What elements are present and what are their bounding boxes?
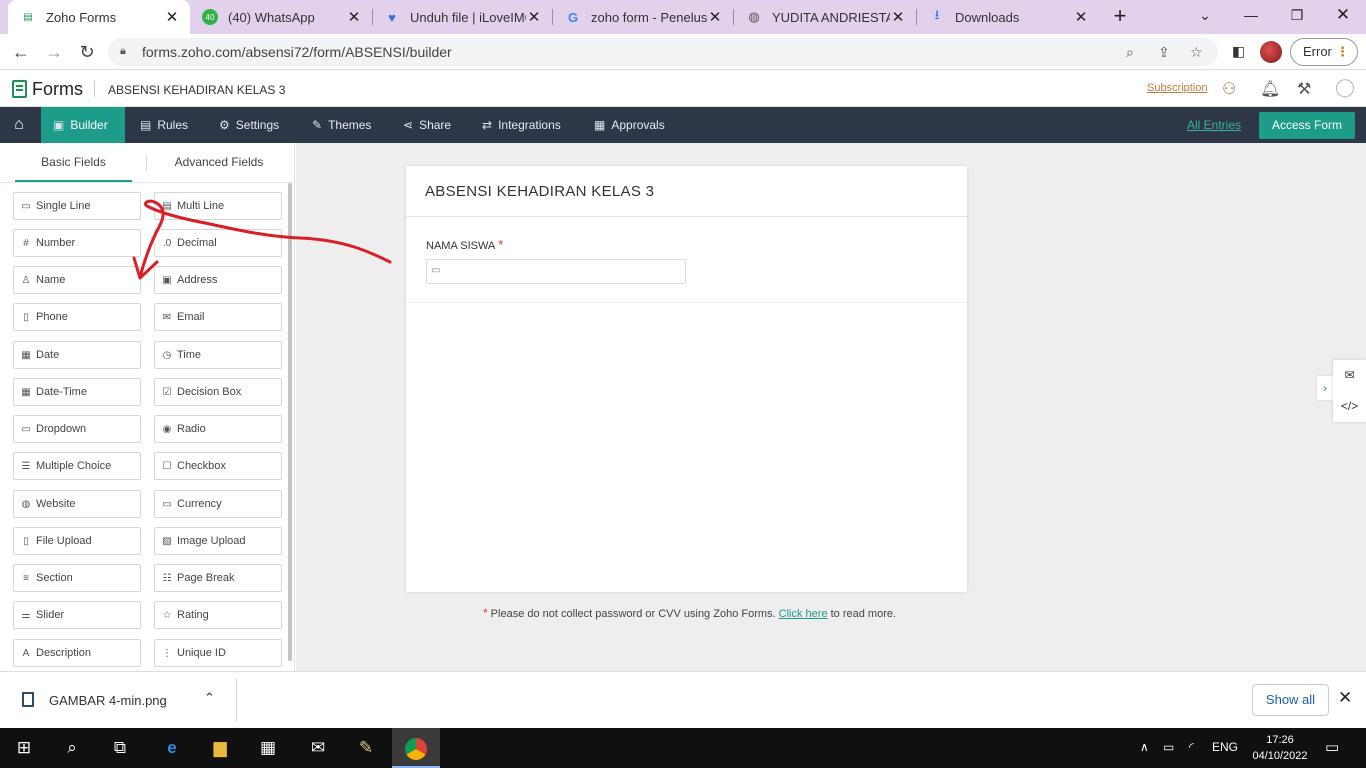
windows-taskbar: ⊞ ⌕ ⧉ e ▆ ▦ ✉ ✎ ∧ ▭ ◜ ENG 17:26 04/10/20… [0, 728, 1366, 768]
system-clock[interactable]: 17:26 04/10/2022 [1246, 732, 1314, 764]
language-indicator[interactable]: ENG [1212, 740, 1238, 754]
store-icon[interactable]: ▦ [244, 728, 292, 768]
clock-date: 04/10/2022 [1252, 750, 1308, 762]
task-view-icon[interactable]: ⧉ [96, 728, 144, 768]
windows-start-icon[interactable]: ⊞ [0, 728, 48, 768]
mail-icon[interactable]: ✉ [294, 728, 342, 768]
chevron-up-icon[interactable]: ∧ [1140, 740, 1149, 754]
annotation-arrow [132, 199, 392, 280]
divider [236, 678, 237, 722]
wifi-icon[interactable]: ◜ [1189, 740, 1194, 754]
file-explorer-icon[interactable]: ▆ [196, 728, 244, 768]
edge-icon[interactable]: e [148, 728, 196, 768]
notification-icon[interactable]: ▭ [1325, 738, 1339, 756]
image-file-icon [22, 692, 34, 707]
clock-time: 17:26 [1266, 734, 1294, 746]
paint-icon[interactable]: ✎ [342, 728, 390, 768]
close-icon[interactable]: ✕ [1338, 688, 1352, 708]
downloads-bar: GAMBAR 4-min.png ⌃ Show all ✕ [0, 671, 1366, 728]
chrome-icon[interactable] [392, 728, 440, 768]
chevron-up-icon[interactable]: ⌃ [204, 690, 215, 706]
show-all-button[interactable]: Show all [1252, 684, 1329, 716]
search-icon[interactable]: ⌕ [48, 728, 96, 768]
chrome-logo [405, 737, 427, 760]
download-filename[interactable]: GAMBAR 4-min.png [49, 693, 167, 708]
battery-icon[interactable]: ▭ [1163, 740, 1174, 754]
arrow-stroke [138, 199, 392, 279]
